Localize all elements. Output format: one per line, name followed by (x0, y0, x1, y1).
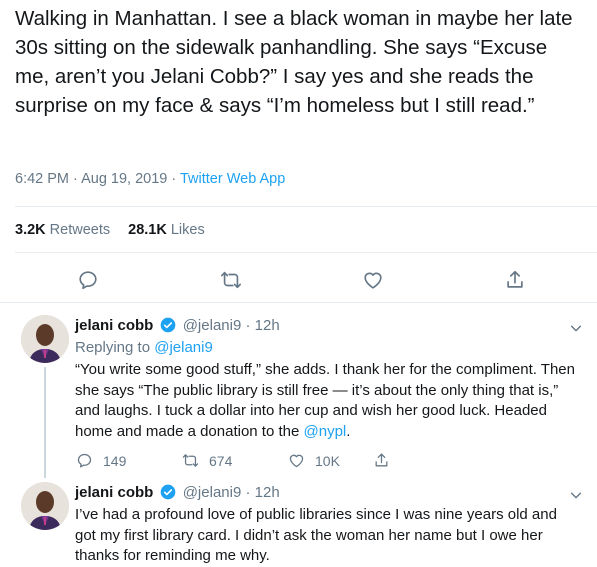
retweets-count: 3.2K (15, 222, 46, 238)
thread-line (44, 367, 46, 478)
tweet-time[interactable]: 6:42 PM (15, 171, 69, 187)
retweet-icon (182, 454, 199, 467)
tweet-meta: 6:42 PM · Aug 19, 2019 · Twitter Web App (15, 171, 285, 187)
reply-body: jelani cobb @jelani9 · 12h I’ve had a pr… (75, 483, 580, 567)
tweet-stats: 3.2K Retweets 28.1K Likes (15, 222, 205, 238)
reply-text-end: . (346, 422, 351, 440)
like-icon (364, 272, 382, 289)
retweet-count: 674 (209, 452, 233, 469)
tweet-source-link[interactable]: Twitter Web App (180, 171, 285, 187)
tweet-actions (0, 266, 597, 294)
retweets-label: Retweets (49, 222, 111, 238)
reply-text: I’ve had a profound love of public libra… (75, 506, 557, 564)
author-handle[interactable]: @jelani9 (183, 317, 242, 334)
divider (15, 206, 597, 207)
avatar[interactable] (21, 482, 69, 530)
reply-body: jelani cobb @jelani9 · 12h Replying to @… (75, 316, 580, 474)
reply-time[interactable]: · 12h (245, 317, 279, 334)
reply-time[interactable]: · 12h (245, 484, 279, 501)
reply-tweet[interactable]: jelani cobb @jelani9 · 12h I’ve had a pr… (0, 478, 597, 565)
author-handle[interactable]: @jelani9 (183, 484, 242, 501)
reply-button[interactable] (74, 266, 102, 294)
replying-label: Replying to (75, 339, 151, 356)
mention-link[interactable]: @nypl (304, 423, 347, 440)
tweet-date[interactable]: Aug 19, 2019 (81, 171, 167, 187)
verified-badge-icon (160, 317, 175, 333)
retweet-button[interactable] (217, 266, 245, 294)
like-icon (289, 454, 304, 468)
likes-label: Likes (170, 222, 205, 238)
meta-separator-2: · (167, 171, 180, 187)
retweets-stat[interactable]: 3.2K Retweets (15, 222, 110, 238)
reply-header: jelani cobb @jelani9 · 12h (75, 483, 580, 503)
replying-to: Replying to @jelani9 (75, 338, 580, 358)
like-button[interactable]: 10K (288, 452, 340, 469)
reply-tweet[interactable]: jelani cobb @jelani9 · 12h Replying to @… (0, 303, 597, 478)
reply-text: “You write some good stuff,” she adds. I… (75, 360, 580, 442)
reply-count: 149 (103, 452, 127, 469)
verified-badge-icon (160, 484, 175, 500)
likes-count: 28.1K (128, 222, 167, 238)
divider (15, 252, 597, 253)
retweet-icon (221, 271, 241, 289)
share-icon (375, 453, 388, 467)
likes-stat[interactable]: 28.1K Likes (128, 222, 205, 238)
reply-button[interactable]: 149 (76, 452, 126, 469)
like-count: 10K (315, 452, 340, 469)
author-name[interactable]: jelani cobb (75, 317, 153, 334)
meta-separator: · (69, 171, 82, 187)
reply-icon (79, 271, 97, 290)
author-name[interactable]: jelani cobb (75, 484, 153, 501)
reply-header: jelani cobb @jelani9 · 12h (75, 316, 580, 336)
reply-icon (77, 453, 92, 468)
share-button[interactable] (373, 452, 390, 469)
reply-actions: 149 674 10K (75, 452, 580, 474)
tweet-text: Walking in Manhattan. I see a black woma… (15, 7, 573, 117)
share-icon (507, 270, 523, 288)
share-button[interactable] (501, 266, 529, 294)
avatar[interactable] (21, 315, 69, 363)
replying-to-link[interactable]: @jelani9 (154, 339, 213, 356)
retweet-button[interactable]: 674 (182, 452, 232, 469)
like-button[interactable] (359, 266, 387, 294)
